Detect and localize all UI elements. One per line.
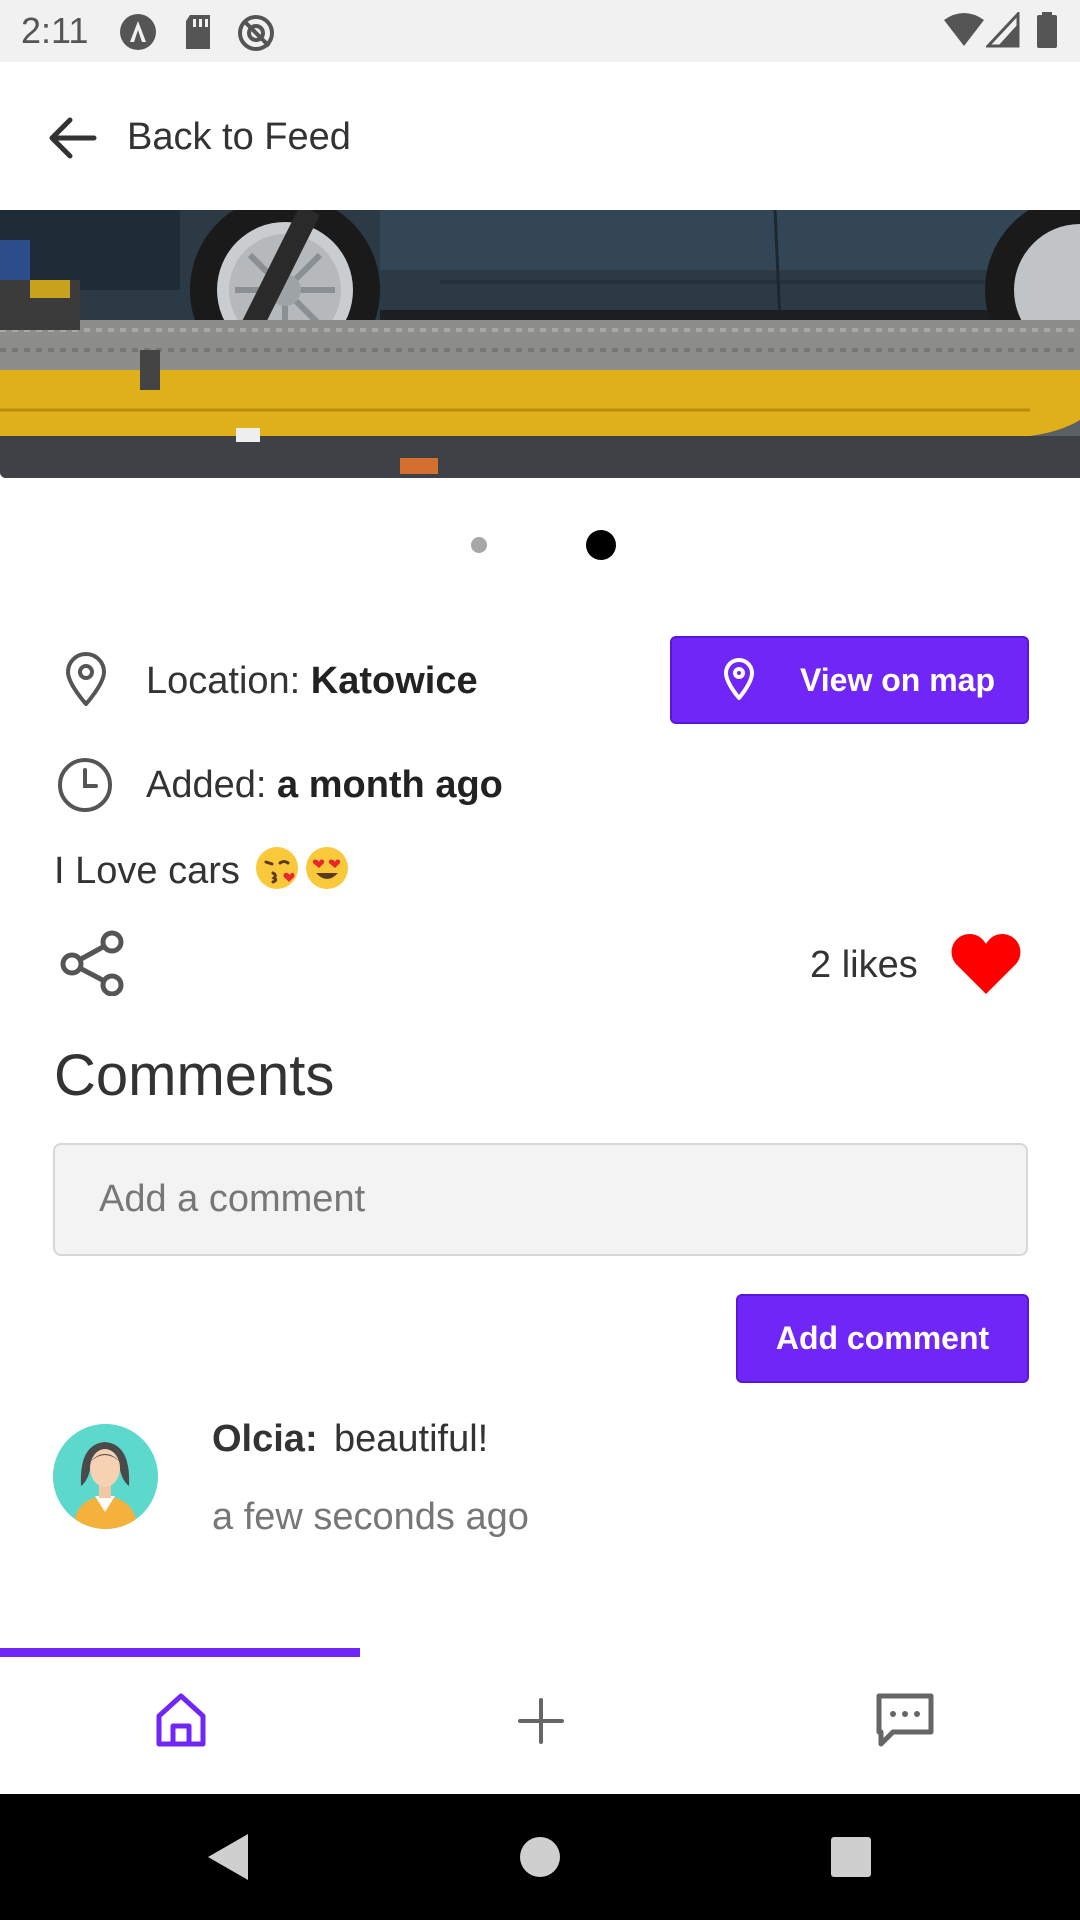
- system-home-icon[interactable]: [519, 1836, 561, 1878]
- comment-text: beautiful!: [334, 1418, 489, 1460]
- carousel-dot-2-active[interactable]: [586, 530, 616, 560]
- wifi-icon: [944, 13, 984, 46]
- post-description: I Love cars: [54, 845, 350, 893]
- comment-time: a few seconds ago: [212, 1496, 529, 1538]
- add-comment-button[interactable]: Add comment: [736, 1294, 1029, 1383]
- signal-icon: [986, 12, 1020, 48]
- status-bar: 2:11: [0, 0, 1080, 62]
- avatar: [53, 1424, 158, 1529]
- post-photo[interactable]: [0, 210, 1080, 478]
- heart-eyes-emoji: [306, 847, 349, 889]
- header: Back to Feed: [0, 62, 1080, 210]
- carousel-dot-1[interactable]: [471, 537, 487, 553]
- active-tab-indicator: [0, 1648, 360, 1657]
- added-value: a month ago: [277, 764, 503, 806]
- location-text: Location: Katowice: [146, 660, 478, 703]
- location-value: Katowice: [310, 660, 478, 702]
- map-pin-icon: [724, 658, 754, 700]
- notification-a-icon: [120, 14, 156, 50]
- nav-add[interactable]: [360, 1657, 720, 1794]
- system-back-icon[interactable]: [206, 1832, 252, 1882]
- system-nav-bar: [0, 1794, 1080, 1920]
- nav-messages[interactable]: [720, 1657, 1080, 1794]
- post-description-text: I Love cars: [54, 850, 240, 892]
- back-arrow-icon[interactable]: [48, 116, 98, 160]
- view-on-map-label: View on map: [800, 662, 996, 698]
- sync-disabled-icon: [238, 15, 274, 51]
- added-label: Added:: [146, 764, 277, 806]
- location-label: Location:: [146, 660, 311, 702]
- add-icon: [518, 1698, 564, 1744]
- comments-heading: Comments: [54, 1043, 335, 1108]
- likes-count: 2 likes: [810, 944, 918, 986]
- post-photo-image: [0, 210, 1080, 478]
- comment-input[interactable]: [53, 1143, 1028, 1256]
- share-icon[interactable]: [58, 930, 128, 996]
- battery-icon: [1037, 12, 1057, 48]
- back-to-feed-link[interactable]: Back to Feed: [127, 116, 351, 159]
- comment-author: Olcia:: [212, 1418, 318, 1460]
- bottom-nav: [0, 1657, 1080, 1794]
- avatar-woman-icon: [53, 1424, 157, 1529]
- view-on-map-button[interactable]: View on map: [670, 636, 1029, 724]
- system-recents-icon[interactable]: [830, 1836, 872, 1878]
- like-heart-icon[interactable]: [950, 932, 1022, 996]
- home-icon: [156, 1693, 206, 1747]
- clock-icon: [58, 758, 112, 812]
- messages-icon: [876, 1693, 934, 1747]
- added-text: Added: a month ago: [146, 764, 503, 807]
- status-time: 2:11: [21, 10, 89, 51]
- kissing-face-heart-emoji: [256, 847, 299, 889]
- nav-home[interactable]: [0, 1657, 360, 1794]
- sd-card-icon: [186, 15, 210, 49]
- location-pin-icon: [66, 652, 106, 706]
